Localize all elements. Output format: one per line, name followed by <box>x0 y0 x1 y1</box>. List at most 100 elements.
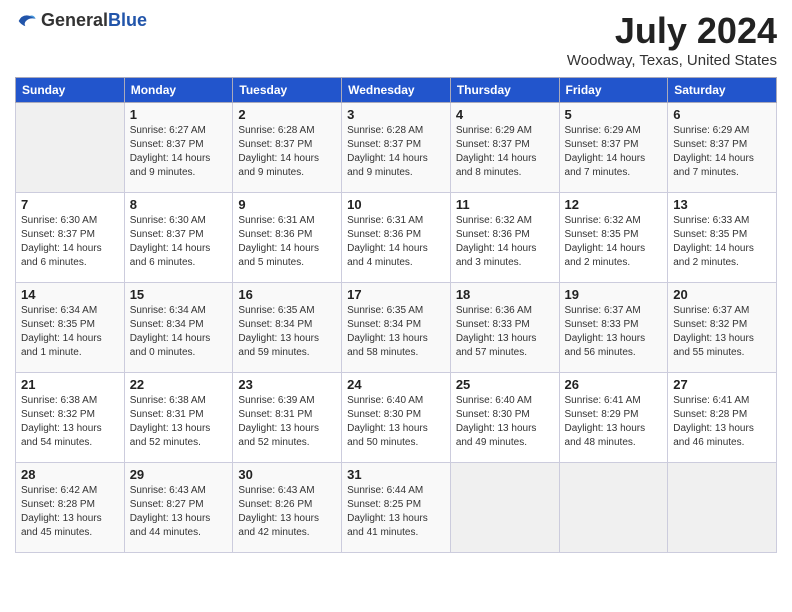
day-info: Sunrise: 6:38 AM Sunset: 8:32 PM Dayligh… <box>21 394 119 450</box>
day-number: 24 <box>347 377 445 392</box>
calendar-cell: 5 Sunrise: 6:29 AM Sunset: 8:37 PM Daylig… <box>559 103 668 193</box>
header-day-thursday: Thursday <box>450 78 559 103</box>
day-info: Sunrise: 6:37 AM Sunset: 8:33 PM Dayligh… <box>565 304 663 360</box>
day-number: 13 <box>673 197 771 212</box>
day-info: Sunrise: 6:44 AM Sunset: 8:25 PM Dayligh… <box>347 484 445 540</box>
day-number: 19 <box>565 287 663 302</box>
day-info: Sunrise: 6:35 AM Sunset: 8:34 PM Dayligh… <box>347 304 445 360</box>
day-info: Sunrise: 6:34 AM Sunset: 8:35 PM Dayligh… <box>21 304 119 360</box>
day-info: Sunrise: 6:29 AM Sunset: 8:37 PM Dayligh… <box>456 124 554 180</box>
week-row-3: 14Sunrise: 6:34 AM Sunset: 8:35 PM Dayli… <box>16 283 777 373</box>
calendar-cell: 10 Sunrise: 6:31 AM Sunset: 8:36 PM Dayli… <box>342 193 451 283</box>
logo-text: GeneralBlue <box>41 11 147 31</box>
day-info: Sunrise: 6:30 AM Sunset: 8:37 PM Dayligh… <box>130 214 228 270</box>
calendar-cell: 31 Sunrise: 6:44 AM Sunset: 8:25 PM Dayli… <box>342 463 451 553</box>
day-number: 8 <box>130 197 228 212</box>
calendar-cell: 7 Sunrise: 6:30 AM Sunset: 8:37 PM Daylig… <box>16 193 125 283</box>
day-number: 31 <box>347 467 445 482</box>
week-row-1: 1 Sunrise: 6:27 AM Sunset: 8:37 PM Daylig… <box>16 103 777 193</box>
calendar-cell: 20 Sunrise: 6:37 AM Sunset: 8:32 PM Dayli… <box>668 283 777 373</box>
calendar-cell: 30 Sunrise: 6:43 AM Sunset: 8:26 PM Dayli… <box>233 463 342 553</box>
day-number: 9 <box>238 197 336 212</box>
day-info: Sunrise: 6:43 AM Sunset: 8:27 PM Dayligh… <box>130 484 228 540</box>
day-info: Sunrise: 6:33 AM Sunset: 8:35 PM Dayligh… <box>673 214 771 270</box>
calendar-cell: 28 Sunrise: 6:42 AM Sunset: 8:28 PM Dayli… <box>16 463 125 553</box>
calendar-cell: 29Sunrise: 6:43 AM Sunset: 8:27 PM Dayli… <box>124 463 233 553</box>
month-title: July 2024 <box>567 10 777 52</box>
day-number: 15 <box>130 287 228 302</box>
header-day-friday: Friday <box>559 78 668 103</box>
day-info: Sunrise: 6:32 AM Sunset: 8:36 PM Dayligh… <box>456 214 554 270</box>
header-day-sunday: Sunday <box>16 78 125 103</box>
logo: GeneralBlue <box>15 10 147 32</box>
day-number: 5 <box>565 107 663 122</box>
day-number: 18 <box>456 287 554 302</box>
day-number: 17 <box>347 287 445 302</box>
day-info: Sunrise: 6:28 AM Sunset: 8:37 PM Dayligh… <box>347 124 445 180</box>
day-number: 23 <box>238 377 336 392</box>
day-info: Sunrise: 6:37 AM Sunset: 8:32 PM Dayligh… <box>673 304 771 360</box>
day-number: 27 <box>673 377 771 392</box>
day-info: Sunrise: 6:39 AM Sunset: 8:31 PM Dayligh… <box>238 394 336 450</box>
day-number: 25 <box>456 377 554 392</box>
header-day-monday: Monday <box>124 78 233 103</box>
calendar-cell <box>668 463 777 553</box>
calendar-cell: 13 Sunrise: 6:33 AM Sunset: 8:35 PM Dayli… <box>668 193 777 283</box>
calendar-cell: 25 Sunrise: 6:40 AM Sunset: 8:30 PM Dayli… <box>450 373 559 463</box>
day-info: Sunrise: 6:35 AM Sunset: 8:34 PM Dayligh… <box>238 304 336 360</box>
day-info: Sunrise: 6:29 AM Sunset: 8:37 PM Dayligh… <box>673 124 771 180</box>
day-number: 21 <box>21 377 119 392</box>
week-row-2: 7 Sunrise: 6:30 AM Sunset: 8:37 PM Daylig… <box>16 193 777 283</box>
day-info: Sunrise: 6:27 AM Sunset: 8:37 PM Dayligh… <box>130 124 228 180</box>
day-info: Sunrise: 6:43 AM Sunset: 8:26 PM Dayligh… <box>238 484 336 540</box>
day-info: Sunrise: 6:30 AM Sunset: 8:37 PM Dayligh… <box>21 214 119 270</box>
week-row-4: 21 Sunrise: 6:38 AM Sunset: 8:32 PM Dayli… <box>16 373 777 463</box>
calendar-cell: 14Sunrise: 6:34 AM Sunset: 8:35 PM Dayli… <box>16 283 125 373</box>
day-info: Sunrise: 6:36 AM Sunset: 8:33 PM Dayligh… <box>456 304 554 360</box>
day-number: 4 <box>456 107 554 122</box>
header: GeneralBlue July 2024 Woodway, Texas, Un… <box>15 10 777 69</box>
header-day-tuesday: Tuesday <box>233 78 342 103</box>
calendar-cell: 15Sunrise: 6:34 AM Sunset: 8:34 PM Dayli… <box>124 283 233 373</box>
location-subtitle: Woodway, Texas, United States <box>567 52 777 69</box>
calendar-cell: 8 Sunrise: 6:30 AM Sunset: 8:37 PM Daylig… <box>124 193 233 283</box>
day-info: Sunrise: 6:41 AM Sunset: 8:29 PM Dayligh… <box>565 394 663 450</box>
day-number: 28 <box>21 467 119 482</box>
day-number: 26 <box>565 377 663 392</box>
calendar-cell: 24Sunrise: 6:40 AM Sunset: 8:30 PM Dayli… <box>342 373 451 463</box>
calendar-cell: 3Sunrise: 6:28 AM Sunset: 8:37 PM Daylig… <box>342 103 451 193</box>
day-number: 7 <box>21 197 119 212</box>
calendar-cell: 6 Sunrise: 6:29 AM Sunset: 8:37 PM Daylig… <box>668 103 777 193</box>
calendar-cell: 1 Sunrise: 6:27 AM Sunset: 8:37 PM Daylig… <box>124 103 233 193</box>
calendar-cell: 2Sunrise: 6:28 AM Sunset: 8:37 PM Daylig… <box>233 103 342 193</box>
header-day-wednesday: Wednesday <box>342 78 451 103</box>
day-info: Sunrise: 6:28 AM Sunset: 8:37 PM Dayligh… <box>238 124 336 180</box>
day-info: Sunrise: 6:40 AM Sunset: 8:30 PM Dayligh… <box>456 394 554 450</box>
calendar-cell: 26 Sunrise: 6:41 AM Sunset: 8:29 PM Dayli… <box>559 373 668 463</box>
day-info: Sunrise: 6:31 AM Sunset: 8:36 PM Dayligh… <box>347 214 445 270</box>
day-number: 12 <box>565 197 663 212</box>
calendar-cell: 16Sunrise: 6:35 AM Sunset: 8:34 PM Dayli… <box>233 283 342 373</box>
day-number: 6 <box>673 107 771 122</box>
day-info: Sunrise: 6:42 AM Sunset: 8:28 PM Dayligh… <box>21 484 119 540</box>
calendar-cell: 21 Sunrise: 6:38 AM Sunset: 8:32 PM Dayli… <box>16 373 125 463</box>
calendar-cell: 12Sunrise: 6:32 AM Sunset: 8:35 PM Dayli… <box>559 193 668 283</box>
day-number: 20 <box>673 287 771 302</box>
calendar-cell: 4 Sunrise: 6:29 AM Sunset: 8:37 PM Daylig… <box>450 103 559 193</box>
day-number: 11 <box>456 197 554 212</box>
day-info: Sunrise: 6:29 AM Sunset: 8:37 PM Dayligh… <box>565 124 663 180</box>
calendar-cell: 9Sunrise: 6:31 AM Sunset: 8:36 PM Daylig… <box>233 193 342 283</box>
calendar-cell: 23 Sunrise: 6:39 AM Sunset: 8:31 PM Dayli… <box>233 373 342 463</box>
day-number: 30 <box>238 467 336 482</box>
calendar-table: SundayMondayTuesdayWednesdayThursdayFrid… <box>15 77 777 553</box>
calendar-cell <box>450 463 559 553</box>
calendar-cell: 17 Sunrise: 6:35 AM Sunset: 8:34 PM Dayli… <box>342 283 451 373</box>
calendar-cell: 27 Sunrise: 6:41 AM Sunset: 8:28 PM Dayli… <box>668 373 777 463</box>
calendar-cell <box>16 103 125 193</box>
day-number: 1 <box>130 107 228 122</box>
title-area: July 2024 Woodway, Texas, United States <box>567 10 777 69</box>
calendar-header-row: SundayMondayTuesdayWednesdayThursdayFrid… <box>16 78 777 103</box>
day-info: Sunrise: 6:41 AM Sunset: 8:28 PM Dayligh… <box>673 394 771 450</box>
day-number: 10 <box>347 197 445 212</box>
day-info: Sunrise: 6:38 AM Sunset: 8:31 PM Dayligh… <box>130 394 228 450</box>
